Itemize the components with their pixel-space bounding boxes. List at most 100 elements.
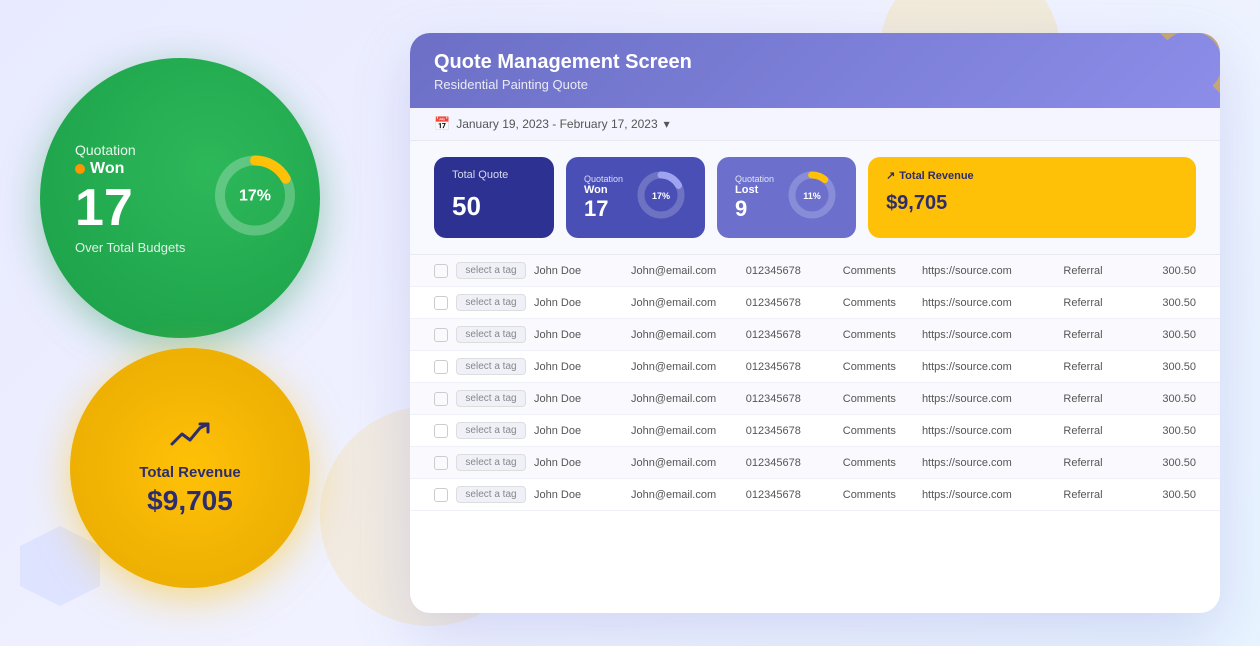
row-name: John Doe	[534, 329, 623, 341]
yellow-revenue-card: Total Revenue $9,705	[70, 348, 310, 588]
table-row[interactable]: select a tag John Doe John@email.com 012…	[410, 383, 1220, 415]
revenue-trend-icon: ↗	[886, 169, 895, 182]
lost-q-label: Quotation	[735, 174, 774, 184]
row-amount: 300.50	[1143, 425, 1196, 437]
table-row[interactable]: select a tag John Doe John@email.com 012…	[410, 351, 1220, 383]
row-source: https://source.com	[922, 425, 1055, 437]
table-row[interactable]: select a tag John Doe John@email.com 012…	[410, 287, 1220, 319]
won-dot	[75, 164, 85, 174]
revenue-label: Total Revenue	[139, 464, 240, 481]
won-label: Won	[75, 160, 124, 178]
row-tag[interactable]: select a tag	[456, 358, 526, 375]
table-row[interactable]: select a tag John Doe John@email.com 012…	[410, 319, 1220, 351]
row-referral: Referral	[1063, 425, 1134, 437]
row-name: John Doe	[534, 425, 623, 437]
main-container: Quotation Won 17 Over Total Budgets 17%	[0, 0, 1260, 646]
row-referral: Referral	[1063, 489, 1134, 501]
over-budget-label: Over Total Budgets	[75, 240, 185, 255]
row-tag[interactable]: select a tag	[456, 390, 526, 407]
row-checkbox[interactable]	[434, 488, 448, 502]
row-amount: 300.50	[1143, 361, 1196, 373]
total-quote-label: Total Quote	[452, 169, 508, 181]
won-w-label: Won	[584, 184, 623, 196]
row-checkbox[interactable]	[434, 296, 448, 310]
table-row[interactable]: select a tag John Doe John@email.com 012…	[410, 255, 1220, 287]
row-source: https://source.com	[922, 393, 1055, 405]
date-dropdown-icon[interactable]: ▾	[664, 117, 670, 131]
row-source: https://source.com	[922, 457, 1055, 469]
lost-number-stat: 9	[735, 196, 774, 222]
row-email: John@email.com	[631, 265, 738, 277]
quotation-won-card: Quotation Won 17 17%	[566, 157, 705, 238]
row-tag[interactable]: select a tag	[456, 486, 526, 503]
row-name: John Doe	[534, 457, 623, 469]
quotation-lost-card: Quotation Lost 9 11%	[717, 157, 856, 238]
row-tag[interactable]: select a tag	[456, 262, 526, 279]
green-quotation-card: Quotation Won 17 Over Total Budgets 17%	[40, 58, 320, 338]
row-referral: Referral	[1063, 265, 1134, 277]
row-comments: Comments	[843, 489, 914, 501]
row-referral: Referral	[1063, 297, 1134, 309]
row-amount: 300.50	[1143, 489, 1196, 501]
quotation-label: Quotation	[75, 142, 136, 158]
row-tag[interactable]: select a tag	[456, 326, 526, 343]
row-email: John@email.com	[631, 457, 738, 469]
donut-chart: 17%	[210, 151, 300, 246]
row-phone: 012345678	[746, 265, 835, 277]
row-referral: Referral	[1063, 329, 1134, 341]
trend-icon	[170, 420, 210, 458]
row-amount: 300.50	[1143, 297, 1196, 309]
row-email: John@email.com	[631, 425, 738, 437]
row-tag[interactable]: select a tag	[456, 422, 526, 439]
row-checkbox[interactable]	[434, 264, 448, 278]
won-mini-donut: 17%	[635, 169, 687, 226]
row-checkbox[interactable]	[434, 456, 448, 470]
row-checkbox[interactable]	[434, 424, 448, 438]
table-row[interactable]: select a tag John Doe John@email.com 012…	[410, 447, 1220, 479]
total-quote-value: 50	[452, 191, 481, 222]
row-name: John Doe	[534, 361, 623, 373]
row-email: John@email.com	[631, 393, 738, 405]
row-amount: 300.50	[1143, 329, 1196, 341]
svg-text:11%: 11%	[803, 191, 821, 201]
row-email: John@email.com	[631, 329, 738, 341]
revenue-value: $9,705	[147, 485, 233, 517]
revenue-label-stat: ↗ Total Revenue	[886, 169, 974, 182]
screen-title: Quote Management Screen	[434, 51, 1196, 74]
row-referral: Referral	[1063, 457, 1134, 469]
row-tag[interactable]: select a tag	[456, 294, 526, 311]
row-amount: 300.50	[1143, 393, 1196, 405]
total-quote-card: Total Quote 50	[434, 157, 554, 238]
row-email: John@email.com	[631, 489, 738, 501]
date-bar[interactable]: 📅 January 19, 2023 - February 17, 2023 ▾	[410, 108, 1220, 141]
row-phone: 012345678	[746, 425, 835, 437]
left-panel: Quotation Won 17 Over Total Budgets 17%	[40, 58, 380, 588]
row-comments: Comments	[843, 265, 914, 277]
total-revenue-card: ↗ Total Revenue $9,705	[868, 157, 1196, 238]
row-comments: Comments	[843, 329, 914, 341]
row-amount: 300.50	[1143, 265, 1196, 277]
row-name: John Doe	[534, 393, 623, 405]
won-number: 17	[75, 182, 133, 234]
row-phone: 012345678	[746, 297, 835, 309]
row-source: https://source.com	[922, 361, 1055, 373]
row-comments: Comments	[843, 457, 914, 469]
row-checkbox[interactable]	[434, 328, 448, 342]
stats-row: Total Quote 50 Quotation Won 17 17%	[410, 141, 1220, 255]
svg-text:17%: 17%	[652, 191, 670, 201]
row-checkbox[interactable]	[434, 392, 448, 406]
row-tag[interactable]: select a tag	[456, 454, 526, 471]
row-phone: 012345678	[746, 329, 835, 341]
table-row[interactable]: select a tag John Doe John@email.com 012…	[410, 479, 1220, 511]
table-row[interactable]: select a tag John Doe John@email.com 012…	[410, 415, 1220, 447]
row-amount: 300.50	[1143, 457, 1196, 469]
won-text: Quotation Won 17	[584, 174, 623, 222]
screen-subtitle: Residential Painting Quote	[434, 77, 1196, 92]
row-source: https://source.com	[922, 297, 1055, 309]
row-checkbox[interactable]	[434, 360, 448, 374]
screen-header: Quote Management Screen Residential Pain…	[410, 33, 1220, 108]
row-comments: Comments	[843, 297, 914, 309]
row-name: John Doe	[534, 489, 623, 501]
date-range: January 19, 2023 - February 17, 2023	[456, 117, 657, 131]
row-referral: Referral	[1063, 393, 1134, 405]
